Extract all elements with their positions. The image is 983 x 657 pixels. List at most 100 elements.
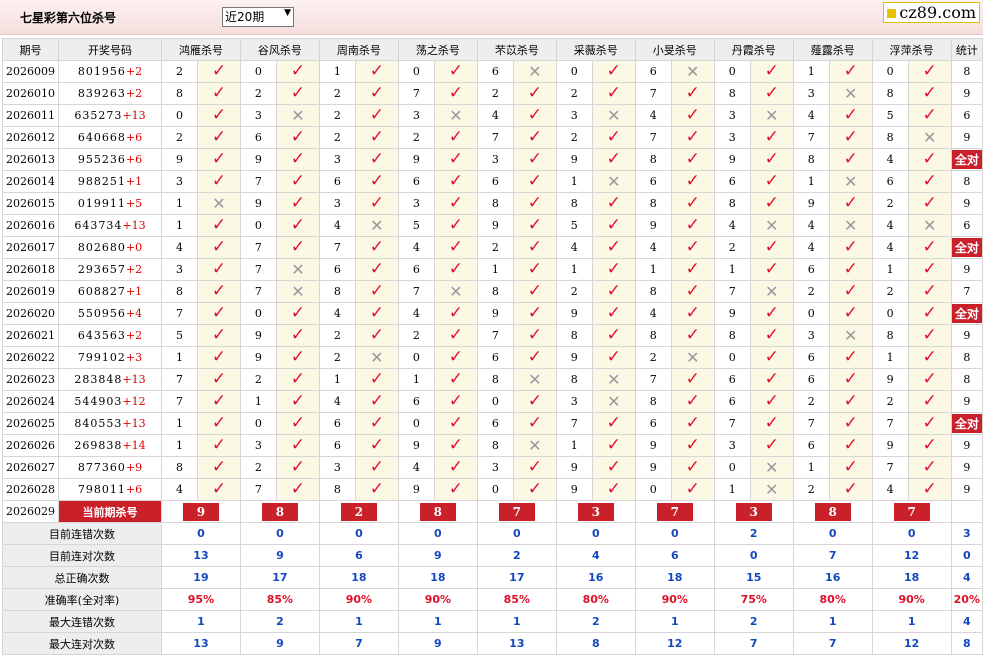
stats-row: 最大连错次数 1 2 1 1 1 2 1 2 1 1 4 [2,610,983,633]
draw-cell: 635273+13 [57,104,162,127]
current-kill-badge: 2 [340,502,377,521]
stats-value: 75% [713,588,794,611]
result-cell: ✓ [196,104,241,127]
table-row: 2026012 640668+6 2 ✓ 6 ✓ 2 ✓ 2 ✓ 7 ✓ 2 ✓ 7 ✓ 3 ✓ 7 ✓ 8 ✕ 9 [2,126,983,149]
check-icon: ✓ [369,259,384,279]
result-cell: ✓ [275,148,320,171]
stats-value: 12 [871,544,952,567]
check-icon: ✓ [922,391,937,411]
table-row: 2026024 544903+12 7 ✓ 1 ✓ 4 ✓ 6 ✓ 0 ✓ 3 ✕ 8 ✓ 6 ✓ 2 ✓ 2 ✓ 9 [2,390,983,413]
kill-number-cell: 0 [239,412,277,435]
stat-value: 9 [963,131,971,144]
kill-number-cell: 2 [555,82,593,105]
check-icon: ✓ [922,413,937,433]
period-select[interactable]: 近20期 ▼ [222,7,294,27]
stats-row: 最大连对次数 13 9 7 9 13 8 12 7 7 12 8 [2,632,983,655]
check-icon: ✓ [843,413,858,433]
check-icon: ✓ [369,303,384,323]
draw-cell: 877360+9 [57,456,162,479]
draw-numbers: 799102 [77,351,126,364]
kill-number-cell: 1 [555,434,593,457]
empty-cell [950,500,983,523]
check-icon: ✓ [606,215,621,235]
kill-number-cell: 1 [713,478,751,501]
stats-value: 1 [476,610,557,633]
table-row: 2026028 798011+6 4 ✓ 7 ✓ 8 ✓ 9 ✓ 0 ✓ 9 ✓ 0 ✓ 1 ✕ 2 ✓ 4 ✓ 9 [2,478,983,501]
check-icon: ✓ [606,479,621,499]
result-cell: ✓ [591,302,636,325]
kill-number-cell: 8 [713,192,751,215]
result-cell: ✓ [907,478,952,501]
result-cell: ✓ [828,346,873,369]
check-icon: ✓ [764,259,779,279]
check-icon: ✓ [211,149,227,169]
check-icon: ✓ [211,215,227,235]
cross-icon: ✕ [607,171,621,191]
result-cell: ✓ [907,302,952,325]
stat-cell: 9 [950,126,983,149]
kill-number-cell: 2 [239,82,277,105]
check-icon: ✓ [685,237,700,257]
check-icon: ✓ [843,259,858,279]
check-icon: ✓ [843,237,858,257]
stat-cell: 9 [950,192,983,215]
header-expert: 鸿雁杀号 [160,38,241,61]
site-logo[interactable]: cz89.com [883,2,980,23]
check-icon: ✓ [843,457,858,477]
result-cell: ✓ [196,456,241,479]
kill-number-cell: 2 [476,236,514,259]
result-cell: ✓ [591,236,636,259]
result-cell: ✓ [591,82,636,105]
result-cell: ✓ [749,192,794,215]
kill-number-cell: 2 [160,60,198,83]
check-icon: ✓ [369,149,384,169]
kill-number-cell: 3 [160,170,198,193]
check-icon: ✓ [290,61,306,81]
kill-number-cell: 4 [318,390,356,413]
kill-number-cell: 7 [239,258,277,281]
kill-number-cell: 6 [318,434,356,457]
kill-number-cell: 3 [713,126,751,149]
draw-numbers: 840553 [74,417,123,430]
result-cell: ✓ [433,214,478,237]
draw-offset: +4 [125,307,143,320]
result-cell: ✓ [196,434,241,457]
period-cell: 2026026 [2,434,59,457]
check-icon: ✓ [685,259,700,279]
stat-value: 9 [963,197,971,210]
result-cell: ✓ [749,346,794,369]
result-cell: ✓ [670,434,715,457]
period-cell: 2026012 [2,126,59,149]
stat-cell: 全对 [950,148,983,171]
result-cell: ✓ [828,302,873,325]
stats-value: 6 [634,544,715,567]
kill-number-cell: 2 [713,236,751,259]
kill-number-cell: 6 [476,412,514,435]
kill-number-cell: 1 [555,170,593,193]
result-cell: ✓ [354,82,399,105]
draw-numbers: 550956 [77,307,126,320]
result-cell: ✓ [670,104,715,127]
check-icon: ✓ [685,435,700,455]
period-cell: 2026009 [2,60,59,83]
result-cell: ✕ [907,126,952,149]
draw-offset: +5 [125,197,143,210]
result-cell: ✓ [907,390,952,413]
draw-numbers: 643734 [74,219,123,232]
stats-value: 7 [792,544,873,567]
result-cell: ✓ [512,192,557,215]
result-cell: ✓ [433,324,478,347]
kill-number-cell: 9 [634,434,672,457]
kill-number-cell: 4 [397,456,435,479]
result-cell: ✓ [828,236,873,259]
kill-number-cell: 9 [555,302,593,325]
kill-number-cell: 9 [871,368,909,391]
table-header-row: 期号 开奖号码 鸿雁杀号 谷风杀号 周南杀号 荡之杀号 芣苡杀号 采薇杀号 小旻杀号 丹霞杀号 薤露… [2,38,983,61]
result-cell: ✓ [512,346,557,369]
stats-value: 2 [713,610,794,633]
stats-value: 9 [397,544,478,567]
stats-value: 9 [397,632,478,655]
check-icon: ✓ [764,391,779,411]
result-cell: ✓ [591,478,636,501]
period-cell: 2026019 [2,280,59,303]
